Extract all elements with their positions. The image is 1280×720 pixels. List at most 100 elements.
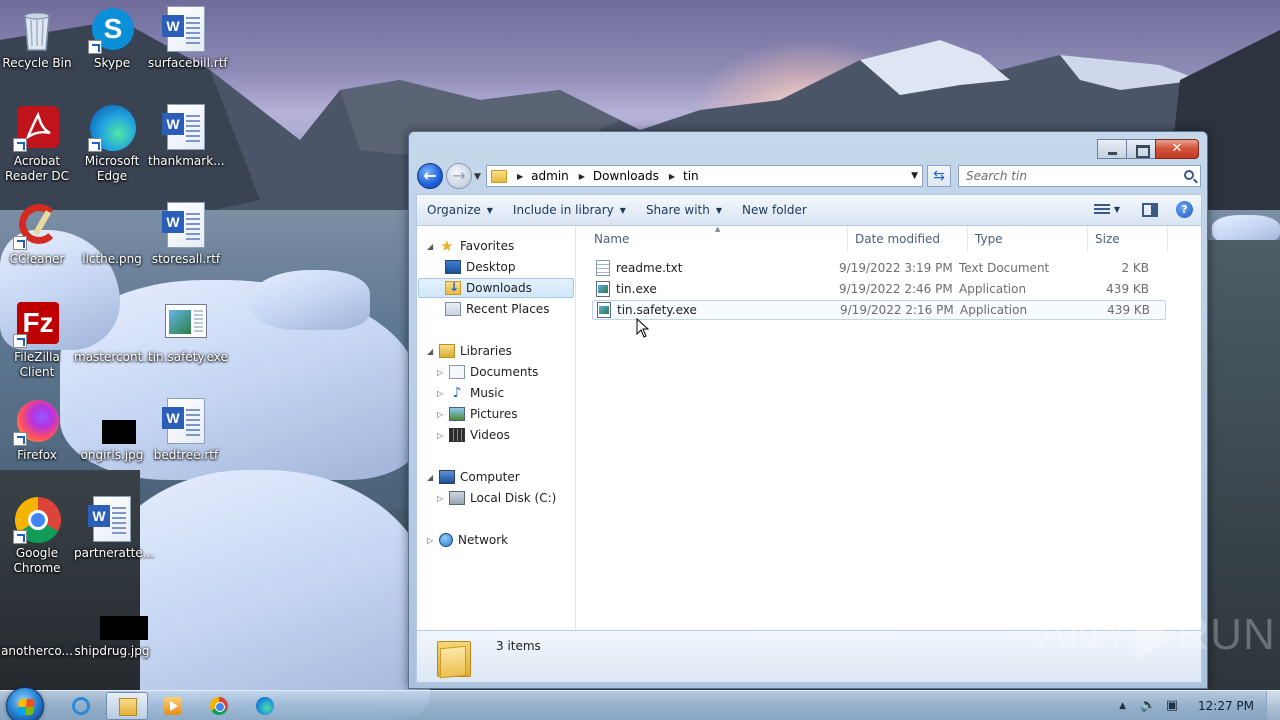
command-bar: Organize ▼ Include in library ▼ Share wi… (416, 194, 1202, 226)
word-document-icon: W (162, 6, 210, 54)
desktop-icon-thankmark[interactable]: W thankmark... (148, 104, 225, 169)
nav-item-desktop[interactable]: Desktop (445, 257, 516, 277)
nav-item-videos[interactable]: ▷ Videos (437, 425, 510, 445)
desktop-icon (445, 260, 461, 274)
volume-icon[interactable]: 🔈 (1140, 699, 1156, 713)
start-button[interactable] (6, 687, 44, 720)
desktop-icon-surfacebill[interactable]: W surfacebill.rtf (148, 6, 228, 71)
desktop-icon-mastercont[interactable]: mastercont... (74, 300, 154, 365)
search-icon[interactable] (1184, 170, 1194, 180)
expand-icon[interactable]: ▷ (427, 536, 437, 545)
include-in-library-button[interactable]: Include in library ▼ (503, 197, 636, 223)
breadcrumb-downloads[interactable]: Downloads (593, 169, 659, 183)
search-box[interactable] (958, 165, 1201, 187)
show-hidden-icons-icon[interactable]: ▲ (1119, 701, 1126, 711)
forward-button[interactable]: → (446, 163, 472, 189)
desktop-icon-microsoft-edge[interactable]: Microsoft Edge (74, 104, 150, 184)
column-header-date-modified[interactable]: Date modified (848, 226, 968, 252)
share-with-button[interactable]: Share with ▼ (636, 197, 732, 223)
desktop-icon-partneratte[interactable]: W partneratte... (74, 496, 154, 561)
nav-item-libraries[interactable]: ◢ Libraries (427, 341, 512, 361)
nav-item-downloads[interactable]: Downloads (418, 278, 574, 298)
file-row[interactable]: tin.exe 9/19/2022 2:46 PM Application 43… (592, 279, 1166, 299)
desktop-icon-google-chrome[interactable]: Google Chrome (0, 496, 75, 576)
taskbar-google-chrome[interactable] (198, 692, 240, 720)
view-controls: ▼ ? (1093, 201, 1193, 218)
breadcrumb-admin[interactable]: admin (531, 169, 569, 183)
expand-icon[interactable]: ▷ (437, 494, 447, 503)
change-view-icon[interactable] (1093, 203, 1110, 216)
address-history-dropdown[interactable]: ▼ (911, 171, 918, 181)
search-input[interactable] (959, 166, 1169, 186)
nav-item-music[interactable]: ▷ ♪ Music (437, 383, 504, 403)
file-row[interactable]: readme.txt 9/19/2022 3:19 PM Text Docume… (592, 258, 1166, 278)
expand-icon[interactable]: ▷ (437, 431, 447, 440)
explorer-window[interactable]: ✕ ← → ▼ ▶ admin ▶ Downloads ▶ tin ▼ ⇆ Or… (408, 131, 1208, 689)
desktop-icon-filezilla[interactable]: Fz FileZilla Client (0, 300, 75, 380)
recent-pages-dropdown[interactable]: ▼ (474, 172, 481, 182)
clock[interactable]: 12:27 PM (1198, 699, 1254, 713)
desktop-icon-anotherco[interactable]: anotherco... (0, 594, 75, 659)
minimize-button[interactable] (1097, 139, 1127, 159)
breadcrumb-tin[interactable]: tin (683, 169, 699, 183)
desktop-icon-shipdrug[interactable]: shipdrug.jpg (74, 594, 150, 659)
documents-icon (449, 365, 465, 379)
maximize-button[interactable] (1126, 139, 1156, 159)
desktop-icon-recycle-bin[interactable]: Recycle Bin (0, 6, 75, 71)
desktop-icon-skype[interactable]: S Skype (74, 6, 150, 71)
preview-pane-icon[interactable] (1142, 202, 1158, 217)
collapse-icon[interactable]: ◢ (427, 347, 437, 356)
expand-icon[interactable]: ▷ (437, 368, 447, 377)
network-status-icon[interactable]: ▣ (1164, 699, 1180, 713)
file-row[interactable]: tin.safety.exe 9/19/2022 2:16 PM Applica… (592, 300, 1166, 320)
column-header-name[interactable]: Name ▲ (577, 225, 848, 252)
application-icon (162, 300, 210, 348)
expand-icon[interactable]: ▷ (437, 389, 447, 398)
breadcrumb-separator-icon[interactable]: ▶ (669, 172, 675, 181)
chevron-down-icon[interactable]: ▼ (1114, 205, 1120, 214)
expand-icon[interactable]: ▷ (437, 410, 447, 419)
nav-item-recent-places[interactable]: Recent Places (445, 299, 549, 319)
address-bar[interactable]: ▶ admin ▶ Downloads ▶ tin ▼ (486, 165, 923, 187)
desktop-icon-storesall[interactable]: W storesall.rtf (148, 202, 224, 267)
taskbar-windows-media-player[interactable] (152, 692, 194, 720)
desktop-icon-llcthe[interactable]: llcthe.png (74, 202, 150, 267)
refresh-button[interactable]: ⇆ (927, 165, 951, 187)
nav-item-network[interactable]: ▷ Network (427, 530, 508, 550)
new-folder-button[interactable]: New folder (732, 197, 817, 223)
taskbar-internet-explorer[interactable] (60, 692, 102, 720)
breadcrumb-separator-icon[interactable]: ▶ (579, 172, 585, 181)
desktop-icon-label: CCleaner (9, 252, 65, 266)
breadcrumb-separator-icon[interactable]: ▶ (517, 172, 523, 181)
file-name: readme.txt (616, 261, 683, 275)
desktop-icon-acrobat-reader[interactable]: Acrobat Reader DC (0, 104, 75, 184)
desktop-icon-label: tin.safety.exe (148, 350, 228, 364)
back-button[interactable]: ← (417, 163, 443, 189)
media-player-icon (164, 697, 182, 715)
nav-item-favorites[interactable]: ◢ ★ Favorites (427, 236, 514, 256)
shortcut-arrow-icon (13, 530, 27, 544)
desktop-icon-ccleaner[interactable]: CCleaner (0, 202, 75, 267)
desktop-icon-ongirls[interactable]: ongirls.jpg (74, 398, 150, 463)
taskbar-windows-explorer[interactable] (106, 692, 148, 720)
desktop-icon-firefox[interactable]: Firefox (0, 398, 75, 463)
help-icon[interactable]: ? (1176, 201, 1193, 218)
column-header-size[interactable]: Size (1088, 226, 1168, 252)
collapse-icon[interactable]: ◢ (427, 242, 437, 251)
organize-button[interactable]: Organize ▼ (417, 197, 503, 223)
shortcut-arrow-icon (13, 236, 27, 250)
file-type: Application (959, 282, 1027, 296)
desktop-icon-bedtree[interactable]: W bedtree.rtf (148, 398, 224, 463)
nav-item-local-disk[interactable]: ▷ Local Disk (C:) (437, 488, 556, 508)
close-button[interactable]: ✕ (1155, 139, 1199, 159)
column-header-type[interactable]: Type (968, 226, 1088, 252)
nav-item-pictures[interactable]: ▷ Pictures (437, 404, 518, 424)
collapse-icon[interactable]: ◢ (427, 473, 437, 482)
nav-item-documents[interactable]: ▷ Documents (437, 362, 538, 382)
desktop-icon-tin-safety-exe[interactable]: tin.safety.exe (148, 300, 228, 365)
taskbar-microsoft-edge[interactable] (244, 692, 286, 720)
desktop-icon-label: anotherco... (1, 644, 73, 658)
file-date: 9/19/2022 2:46 PM (839, 282, 953, 296)
nav-item-computer[interactable]: ◢ Computer (427, 467, 520, 487)
show-desktop-button[interactable] (1266, 691, 1280, 720)
